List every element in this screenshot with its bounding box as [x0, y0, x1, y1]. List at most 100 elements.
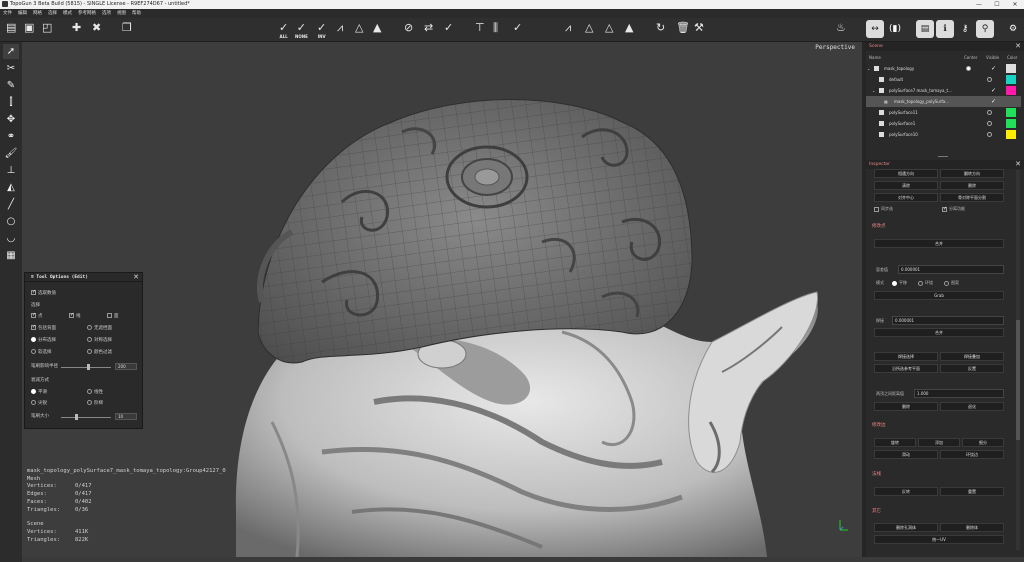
edge-checkbox[interactable]: ✓ 线	[69, 313, 81, 320]
patch-tool-icon[interactable]: ◭	[3, 180, 19, 195]
menu-select[interactable]: 选择	[45, 9, 60, 18]
grab-button[interactable]: Grab	[874, 291, 1004, 300]
add-icon[interactable]: ✚	[72, 21, 81, 39]
distribute-icon[interactable]: ⫼	[493, 21, 498, 39]
brush-radius-input[interactable]: 200	[115, 363, 137, 370]
visible-check-icon[interactable]: ✓	[991, 88, 996, 94]
slide-tool-icon[interactable]: ⊥	[3, 163, 19, 178]
slider-knob[interactable]	[75, 414, 78, 420]
inspector-scrollbar[interactable]	[1016, 170, 1020, 550]
tube-tool-icon[interactable]: ◡	[3, 231, 19, 246]
subdivide-edge-button[interactable]: 细分	[962, 438, 1004, 447]
layer-icon[interactable]: ❐	[122, 21, 132, 39]
inspector-button[interactable]: 翻转方向	[940, 169, 1004, 178]
cut-tool-icon[interactable]: ✂	[3, 61, 19, 76]
move-mode-icon[interactable]: ↔	[866, 20, 884, 38]
scene-row-selected[interactable]: ▦ mask_topology_polySurfa... ✓	[866, 96, 1021, 107]
color-swatch[interactable]	[1006, 119, 1016, 128]
visible-radio[interactable]	[987, 77, 992, 82]
mirror-icon[interactable]: ▲	[625, 21, 633, 39]
new-file-icon[interactable]: ▤	[6, 21, 16, 39]
mode-around-radio[interactable]: 环绕	[918, 279, 933, 286]
scene-row[interactable]: default	[866, 74, 1021, 85]
info-icon[interactable]: ℹ	[936, 20, 954, 38]
select-none-button[interactable]: ✓ NONE	[295, 21, 308, 39]
close-icon[interactable]: ✕	[133, 273, 139, 282]
delete-icon[interactable]: ✖	[92, 21, 101, 39]
sync-select-checkbox[interactable]: 同步选	[874, 205, 893, 212]
align-icon[interactable]: ⊤	[475, 21, 485, 39]
degenerate-button[interactable]: 退化	[940, 402, 1004, 411]
soft-select-radio[interactable]: 软选择	[31, 349, 52, 356]
scene-row[interactable]: polySurface1	[866, 118, 1021, 129]
symmetry-y-icon[interactable]: △	[585, 21, 593, 39]
inspector-button[interactable]: 删除	[940, 181, 1004, 190]
slide-edge-button[interactable]: 滑动	[874, 450, 938, 459]
move-tool-icon[interactable]: ✥	[3, 112, 19, 127]
menu-mesh[interactable]: 网格	[30, 9, 45, 18]
circle-tool-icon[interactable]: ○	[3, 214, 19, 229]
bridge-tool-icon[interactable]: ⫿	[3, 95, 19, 110]
minimize-button[interactable]: —	[970, 0, 988, 9]
flip-normals-button[interactable]: 反转	[874, 487, 938, 496]
ring-select-icon[interactable]: ✓	[444, 21, 453, 39]
use-selection-checkbox[interactable]: ✓ 选取数值	[31, 290, 56, 297]
color-filter-radio[interactable]: 颜色过滤	[87, 349, 112, 356]
size-slider[interactable]	[61, 414, 111, 420]
visible-radio[interactable]	[987, 121, 992, 126]
menu-help[interactable]: 帮助	[129, 9, 144, 18]
vertex-checkbox[interactable]: ✓ 点	[31, 313, 43, 320]
close-icon[interactable]: ✕	[1015, 42, 1021, 51]
menu-reference[interactable]: 参考网格	[75, 9, 99, 18]
mode-translate-radio[interactable]: 平移	[892, 279, 907, 286]
partial-select-radio[interactable]: 分布选择	[31, 337, 56, 344]
brush-tool-icon[interactable]: 🖌	[3, 146, 19, 161]
rotate-edge-button[interactable]: 旋转	[874, 438, 916, 447]
visible-radio[interactable]	[987, 132, 992, 137]
occluded-radio[interactable]: 无遮挡面	[87, 325, 112, 332]
settings-gear-icon[interactable]: ⚙	[1004, 20, 1022, 38]
render-icon[interactable]: ♨	[836, 21, 846, 39]
extrude-tool-icon[interactable]: ⚭	[3, 129, 19, 144]
menu-mode[interactable]: 模式	[60, 9, 75, 18]
relax-icon[interactable]: ✓	[513, 21, 522, 39]
inspector-button[interactable]: 骨对称平面分割	[940, 193, 1004, 202]
reset-normals-button[interactable]: 重置	[940, 487, 1004, 496]
select-edge-icon[interactable]: △	[355, 21, 363, 39]
line-tool-icon[interactable]: ╱	[3, 197, 19, 212]
trash-icon[interactable]: 🗑	[676, 21, 690, 39]
unify-uv-button[interactable]: 统一UV	[874, 535, 1004, 544]
delete-button[interactable]: 删除	[874, 402, 938, 411]
sharp-radio[interactable]: 尖锐	[31, 400, 47, 407]
inspector-button[interactable]: 相遇方向	[874, 169, 938, 178]
delete-body-button[interactable]: 删除体	[940, 523, 1004, 532]
menu-options[interactable]: 选项	[99, 9, 114, 18]
color-swatch[interactable]	[1006, 86, 1016, 95]
include-backface-checkbox[interactable]: ✓ 包括背面	[31, 325, 56, 332]
loop-select-icon[interactable]: ⇄	[424, 21, 433, 39]
inspector-button[interactable]: 清除	[874, 181, 938, 190]
visible-check-icon[interactable]: ✓	[991, 99, 996, 105]
add-edge-button[interactable]: 添加	[918, 438, 960, 447]
grid-tool-icon[interactable]: ▦	[3, 248, 19, 263]
panel-resize-grip[interactable]	[938, 156, 948, 157]
linear-radio[interactable]: 线性	[87, 389, 103, 396]
delete-holes-button[interactable]: 删除孔洞体	[874, 523, 938, 532]
along-reference-button[interactable]: 沿所选参考平面	[874, 364, 938, 373]
symmetry-z-icon[interactable]: △	[605, 21, 613, 39]
3d-viewport[interactable]: Perspective mask_topology_polySurface7_m…	[22, 42, 862, 557]
scene-row[interactable]: ⌄ mask_topology ✓	[866, 63, 1021, 74]
separate-checkbox[interactable]: ✓ 分离功能	[942, 205, 965, 212]
visible-radio[interactable]	[987, 110, 992, 115]
visible-check-icon[interactable]: ✓	[991, 66, 996, 72]
export-icon[interactable]: ◰	[42, 21, 52, 39]
pin-panel-icon[interactable]: ⚲	[976, 20, 994, 38]
menu-view[interactable]: 视图	[114, 9, 129, 18]
grow-selection-icon[interactable]: ⊘	[404, 21, 413, 39]
distance-input[interactable]: 1.000	[914, 389, 1004, 398]
loop-edge-button[interactable]: 环绕边	[940, 450, 1004, 459]
mode-pattern-radio[interactable]: 图案	[944, 279, 959, 286]
scrollbar-thumb[interactable]	[1016, 320, 1020, 440]
menu-file[interactable]: 文件	[0, 9, 15, 18]
inspector-button[interactable]: 对齐中心	[874, 193, 938, 202]
